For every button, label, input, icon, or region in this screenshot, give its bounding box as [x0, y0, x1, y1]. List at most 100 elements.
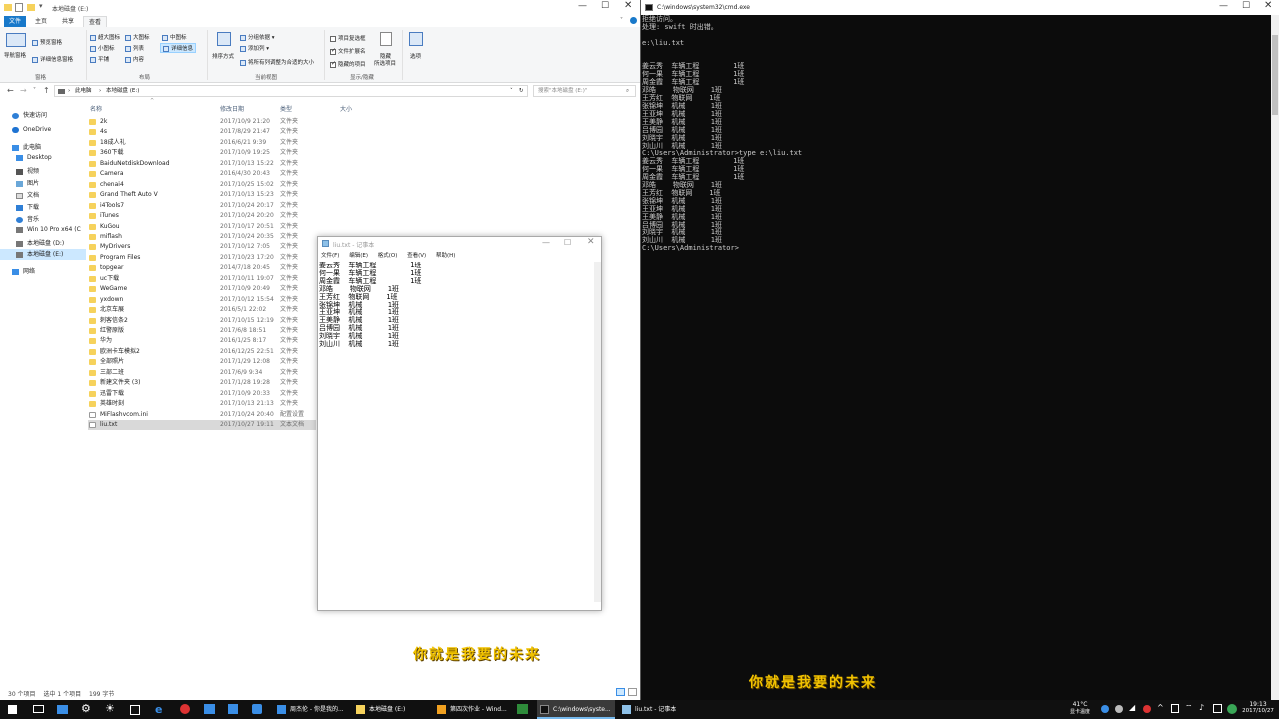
cmd-console-output[interactable]: 拒绝访问。 处理: swift 时出错。 e:\liu.txt 姜云秀 车辆工程… [642, 15, 802, 253]
wechat-icon[interactable] [517, 704, 528, 714]
hidden-items-toggle[interactable]: 隐藏的项目 [330, 60, 366, 68]
file-row[interactable]: 4s 2017/8/29 21:47 文件夹 [88, 127, 316, 137]
layout-content[interactable]: 内容 [125, 55, 144, 63]
properties-icon[interactable] [15, 3, 23, 12]
new-folder-icon[interactable] [27, 4, 35, 11]
edge-browser-icon[interactable]: e [155, 703, 162, 716]
file-row[interactable]: chenai4 2017/10/25 15:02 文件夹 [88, 180, 316, 190]
twitter-app-icon[interactable] [252, 704, 262, 714]
layout-list[interactable]: 列表 [125, 44, 144, 52]
nav-onedrive[interactable]: OneDrive [12, 126, 51, 133]
file-row[interactable]: 全部照片 2017/1/29 12:08 文件夹 [88, 357, 316, 367]
brightness-icon[interactable]: ☀ [105, 702, 115, 715]
checkbox[interactable] [330, 60, 336, 68]
file-row[interactable]: 英雄时刻 2017/10/13 21:13 文件夹 [88, 399, 316, 409]
breadcrumb-this-pc[interactable]: 此电脑 [75, 86, 92, 96]
store-icon[interactable] [228, 704, 238, 714]
layout-extra-large-icons[interactable]: 超大图标 [90, 33, 120, 41]
file-row[interactable]: liu.txt 2017/10/27 19:11 文本文档 [88, 420, 316, 431]
column-header-name[interactable]: 名称 [90, 104, 102, 113]
layout-large-icons[interactable]: 大图标 [125, 33, 150, 41]
close-button[interactable]: ✕ [587, 237, 595, 247]
address-dropdown-icon[interactable]: ˅ [510, 86, 513, 96]
breadcrumb-drive[interactable]: 本地磁盘 (E:) [106, 86, 139, 96]
nav-documents[interactable]: 文档 [16, 190, 39, 199]
photos-icon[interactable] [204, 704, 215, 714]
scrollbar-thumb[interactable] [1272, 35, 1278, 115]
file-row[interactable]: topgear 2014/7/18 20:45 文件夹 [88, 263, 316, 273]
minimize-button[interactable]: — [578, 1, 587, 11]
layout-small-icons[interactable]: 小图标 [90, 44, 115, 52]
nav-this-pc[interactable]: 此电脑 [12, 142, 41, 151]
details-view-icon[interactable] [616, 688, 625, 696]
file-row[interactable]: uc下载 2017/10/11 19:07 文件夹 [88, 274, 316, 284]
file-row[interactable]: Camera 2016/4/30 20:43 文件夹 [88, 169, 316, 179]
menu-view[interactable]: 查看(V) [407, 253, 426, 259]
taskbar-app-explorer[interactable]: 本地磁盘 (E:) [353, 700, 429, 719]
nav-quick-access[interactable]: 快速访问 [12, 110, 47, 119]
menu-file[interactable]: 文件(F) [321, 253, 339, 259]
tab-home[interactable]: 主页 [30, 16, 52, 27]
column-header-type[interactable]: 类型 [280, 104, 292, 113]
volume-icon[interactable]: ♪ [1199, 703, 1204, 712]
layout-tiles[interactable]: 平铺 [90, 55, 109, 63]
explorer-pin-icon[interactable] [57, 705, 68, 714]
menu-format[interactable]: 格式(O) [378, 253, 398, 259]
file-row[interactable]: WeGame 2017/10/9 20:49 文件夹 [88, 284, 316, 294]
size-columns-button[interactable]: 将所有列调整为合适的大小 [240, 58, 314, 66]
taskbar-app-music[interactable]: 周杰伦 - 你是我的... [274, 700, 350, 719]
forward-arrow-icon[interactable]: → [20, 86, 27, 95]
minimize-button[interactable]: — [542, 238, 550, 247]
preview-pane-button[interactable]: 预览窗格 [32, 38, 62, 46]
maximize-button[interactable]: ☐ [1242, 1, 1250, 11]
taskbar-app-cmd[interactable]: C:\windows\syste... [537, 700, 615, 719]
calculator-icon[interactable] [130, 705, 140, 715]
checkbox[interactable] [330, 35, 336, 42]
navigation-pane-icon[interactable] [6, 33, 26, 47]
nav-downloads[interactable]: 下载 [16, 202, 39, 211]
file-row[interactable]: KuGou 2017/10/17 20:51 文件夹 [88, 222, 316, 232]
file-row[interactable]: Program Files 2017/10/23 17:20 文件夹 [88, 253, 316, 263]
maximize-button[interactable]: ☐ [601, 1, 609, 11]
tray-app-icon[interactable] [1101, 705, 1109, 713]
nav-drive-e[interactable]: 本地磁盘 (E:) [0, 249, 86, 260]
file-extensions-toggle[interactable]: 文件扩展名 [330, 47, 366, 55]
sort-by-button[interactable]: 排序方式 [212, 52, 234, 60]
file-row[interactable]: 华为 2016/1/25 8:17 文件夹 [88, 336, 316, 346]
file-row[interactable]: 欧洲卡车模拟2 2016/12/25 22:51 文件夹 [88, 347, 316, 357]
mail-icon[interactable] [33, 705, 44, 713]
taskbar-app-notepad[interactable]: liu.txt - 记事本 [619, 700, 689, 719]
file-row[interactable]: 2k 2017/10/9 21:20 文件夹 [88, 117, 316, 127]
file-row[interactable]: Grand Theft Auto V 2017/10/13 15:23 文件夹 [88, 190, 316, 200]
clock[interactable]: 19:13 2017/10/27 [1240, 701, 1276, 714]
refresh-icon[interactable]: ↻ [519, 86, 524, 96]
nav-videos[interactable]: 视频 [16, 166, 39, 175]
start-windows-icon[interactable] [8, 705, 17, 714]
nav-drive-d[interactable]: 本地磁盘 (D:) [16, 238, 64, 247]
layout-medium-icons[interactable]: 中图标 [162, 33, 187, 41]
file-row[interactable]: 红警原版 2017/6/8 18:51 文件夹 [88, 326, 316, 336]
file-row[interactable]: i4Tools7 2017/10/24 20:17 文件夹 [88, 201, 316, 211]
network-icon[interactable]: ◢ [1129, 703, 1135, 712]
file-row[interactable]: 迅雷下载 2017/10/9 20:33 文件夹 [88, 389, 316, 399]
ribbon-collapse-icon[interactable]: ˅ [620, 17, 623, 24]
address-bar[interactable]: › 此电脑 › 本地磁盘 (E:) ˅ ↻ [54, 85, 528, 97]
layout-details[interactable]: 详细信息 [160, 43, 197, 53]
file-row[interactable]: iTunes 2017/10/24 20:20 文件夹 [88, 211, 316, 221]
file-row[interactable]: BaiduNetdiskDownload 2017/10/13 15:22 文件夹 [88, 159, 316, 169]
hide-selected-icon[interactable] [380, 32, 392, 46]
battery-icon[interactable] [1171, 704, 1179, 713]
file-row[interactable]: yxdown 2017/10/12 15:54 文件夹 [88, 295, 316, 305]
back-arrow-icon[interactable]: ← [7, 86, 14, 95]
file-row[interactable]: MiFlashvcom.ini 2017/10/24 20:40 配置设置 [88, 410, 316, 420]
close-button[interactable]: ✕ [1264, 0, 1272, 11]
file-row[interactable]: 刺客信条2 2017/10/15 12:19 文件夹 [88, 316, 316, 326]
menu-edit[interactable]: 编辑(E) [349, 253, 368, 259]
details-pane-button[interactable]: 详细信息窗格 [32, 55, 73, 63]
search-icon[interactable]: ⌕ [626, 86, 629, 96]
recent-dropdown-icon[interactable]: ˅ [33, 87, 36, 94]
chevron-up-icon[interactable]: ^ [1157, 703, 1164, 712]
taskbar-app-word[interactable]: 第四次作业 - Wind... [434, 700, 510, 719]
nav-network[interactable]: 网络 [12, 266, 35, 275]
menu-help[interactable]: 帮助(H) [436, 253, 455, 259]
